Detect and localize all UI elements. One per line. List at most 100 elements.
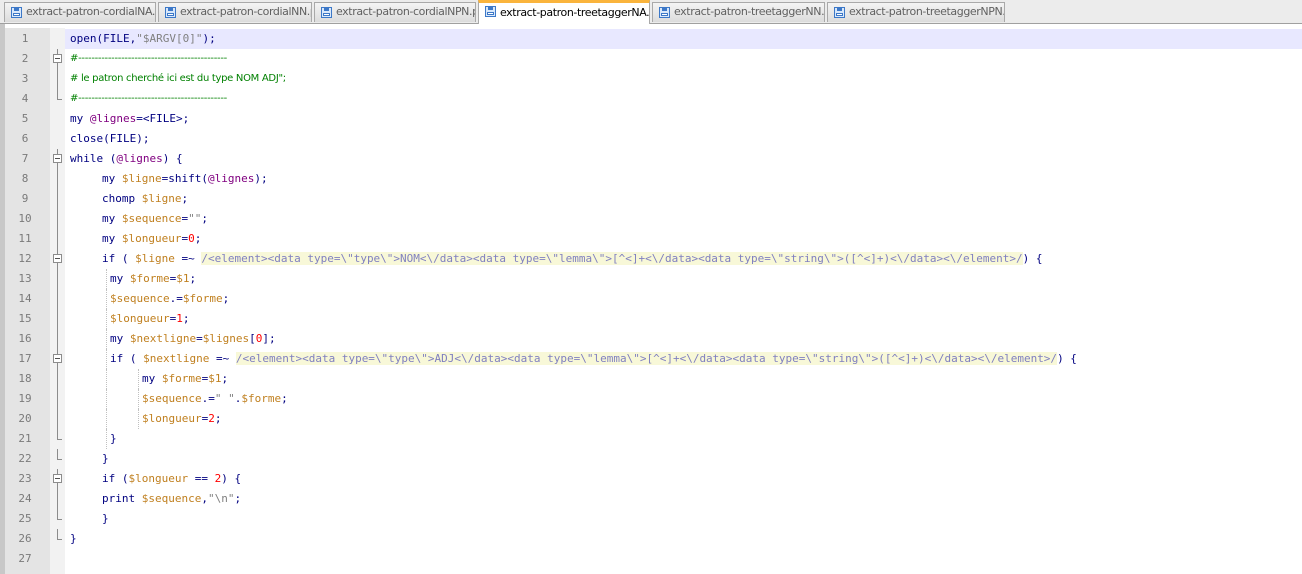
fold-line xyxy=(50,389,65,409)
code-line[interactable]: 2 #--------------------------------------… xyxy=(0,49,1302,69)
fold-minus-icon[interactable] xyxy=(50,249,65,269)
tab-extract-patron-cordialnn[interactable]: extract-patron-cordialNN.pl xyxy=(158,2,312,22)
code-token: chomp xyxy=(102,192,142,205)
tab-extract-patron-cordialnpn[interactable]: extract-patron-cordialNPN.pl xyxy=(314,2,476,22)
fold-minus-icon[interactable] xyxy=(50,469,65,489)
code-text: $sequence.=" ".$forme; xyxy=(142,389,288,409)
indent-guide xyxy=(106,309,107,329)
code-token: my xyxy=(110,332,130,345)
code-line[interactable]: 10 my $sequence=""; xyxy=(0,209,1302,229)
code-token: my xyxy=(142,372,162,385)
code-token: # le patron cherché ici est du type NOM … xyxy=(70,73,286,84)
floppy-disk-icon xyxy=(834,7,845,18)
code-token: =<FILE>; xyxy=(136,112,190,125)
tab-extract-patron-treetaggernpn[interactable]: extract-patron-treetaggerNPN.pl xyxy=(827,2,1005,22)
code-line[interactable]: 26} xyxy=(0,529,1302,549)
code-text: if ( $ligne =~ /<element><data type=\"ty… xyxy=(102,249,1042,269)
code-token: my xyxy=(70,112,90,125)
code-token: =shift( xyxy=(161,172,208,185)
code-token: $forme xyxy=(182,292,223,305)
code-text: $longueur=1; xyxy=(110,309,189,329)
code-token: } xyxy=(70,532,77,545)
code-token: "$ARGV[0]" xyxy=(136,32,203,45)
code-token: == xyxy=(188,472,215,485)
code-line[interactable]: 8 my $ligne=shift(@lignes); xyxy=(0,169,1302,189)
code-text: } xyxy=(110,429,117,449)
code-line[interactable]: 25} xyxy=(0,509,1302,529)
code-token: .= xyxy=(169,292,183,305)
code-token: ) { xyxy=(162,152,183,165)
code-token: /<element><data type=\"type\">NOM<\/data… xyxy=(201,252,1023,265)
code-text: print $sequence,"\n"; xyxy=(102,489,241,509)
code-line[interactable]: 20 $longueur=2; xyxy=(0,409,1302,429)
code-line[interactable]: 6 close(FILE); xyxy=(0,129,1302,149)
code-line[interactable]: 24 print $sequence,"\n"; xyxy=(0,489,1302,509)
code-text: my @lignes=<FILE>; xyxy=(70,109,189,129)
fold-minus-icon[interactable] xyxy=(50,149,65,169)
code-line[interactable]: 1 open(FILE,"$ARGV[0]"); xyxy=(0,29,1302,49)
code-text: if ( $nextligne =~ /<element><data type=… xyxy=(110,349,1077,369)
fold-minus-icon[interactable] xyxy=(50,349,65,369)
code-line[interactable]: 14 $sequence.=$forme; xyxy=(0,289,1302,309)
code-line[interactable]: 16 my $nextligne=$lignes[0]; xyxy=(0,329,1302,349)
fold-line xyxy=(50,189,65,209)
code-token: $longueur xyxy=(128,472,189,485)
tab-extract-patron-treetaggerna[interactable]: extract-patron-treetaggerNA.pl xyxy=(478,0,650,24)
line-number: 18 xyxy=(18,372,32,385)
code-line[interactable]: 22} xyxy=(0,449,1302,469)
code-token: =~ xyxy=(174,252,202,265)
code-token: =~ xyxy=(209,352,236,365)
code-line[interactable]: 11 my $longueur=0; xyxy=(0,229,1302,249)
code-line[interactable]: 17 if ( $nextligne =~ /<element><data typ… xyxy=(0,349,1302,369)
code-token: my xyxy=(102,212,122,225)
code-line[interactable]: 9 chomp $ligne; xyxy=(0,189,1302,209)
code-token: "" xyxy=(188,212,202,225)
code-line[interactable]: 27 xyxy=(0,549,1302,569)
line-number: 14 xyxy=(18,292,32,305)
fold-end xyxy=(50,449,65,469)
tab-extract-patron-cordialna[interactable]: extract-patron-cordialNA.pl xyxy=(4,2,156,22)
line-number: 24 xyxy=(18,492,32,505)
indent-guide xyxy=(106,289,107,309)
code-line[interactable]: 15 $longueur=1; xyxy=(0,309,1302,329)
tab-label: extract-patron-treetaggerNA.pl xyxy=(500,6,650,19)
line-number: 5 xyxy=(21,112,29,125)
code-token: " " xyxy=(214,392,235,405)
code-line[interactable]: 7 while (@lignes) { xyxy=(0,149,1302,169)
code-text: $sequence.=$forme; xyxy=(110,289,229,309)
code-token: ) { xyxy=(221,472,242,485)
code-line[interactable]: 19 $sequence.=" ".$forme; xyxy=(0,389,1302,409)
code-line[interactable]: 4 #--------------------------------------… xyxy=(0,89,1302,109)
code-text: my $forme=$1; xyxy=(142,369,228,389)
code-token: if ( xyxy=(102,472,129,485)
fold-minus-icon[interactable] xyxy=(50,49,65,69)
fold-line xyxy=(50,489,65,509)
code-line[interactable]: 21} xyxy=(0,429,1302,449)
code-line[interactable]: 23 if ($longueur == 2) { xyxy=(0,469,1302,489)
code-line[interactable]: 5 my @lignes=<FILE>; xyxy=(0,109,1302,129)
indent-guide xyxy=(138,389,139,409)
code-text: if ($longueur == 2) { xyxy=(102,469,241,489)
code-token: $ligne xyxy=(121,172,162,185)
line-number: 1 xyxy=(21,32,29,45)
code-token: 0 xyxy=(188,232,195,245)
fold-line xyxy=(50,269,65,289)
code-token: @lignes xyxy=(207,172,255,185)
code-token: @lignes xyxy=(116,152,163,165)
code-token: ; xyxy=(194,232,202,245)
fold-line xyxy=(50,209,65,229)
line-number: 7 xyxy=(21,152,29,165)
code-line[interactable]: 12 if ( $ligne =~ /<element><data type=\"… xyxy=(0,249,1302,269)
code-token: #---------------------------------------… xyxy=(70,53,227,64)
tab-extract-patron-treetaggernn[interactable]: extract-patron-treetaggerNN.pl xyxy=(652,2,825,22)
code-line[interactable]: 13 my $forme=$1; xyxy=(0,269,1302,289)
tab-label: extract-patron-treetaggerNPN.pl xyxy=(849,5,1005,18)
line-number: 13 xyxy=(18,272,32,285)
code-line[interactable]: 18 my $forme=$1; xyxy=(0,369,1302,389)
code-token: $1 xyxy=(176,272,190,285)
line-number: 11 xyxy=(18,232,32,245)
code-line[interactable]: 3 # le patron cherché ici est du type NOM… xyxy=(0,69,1302,89)
floppy-disk-icon xyxy=(11,7,22,18)
code-token: $forme xyxy=(129,272,170,285)
line-number: 3 xyxy=(21,72,29,85)
